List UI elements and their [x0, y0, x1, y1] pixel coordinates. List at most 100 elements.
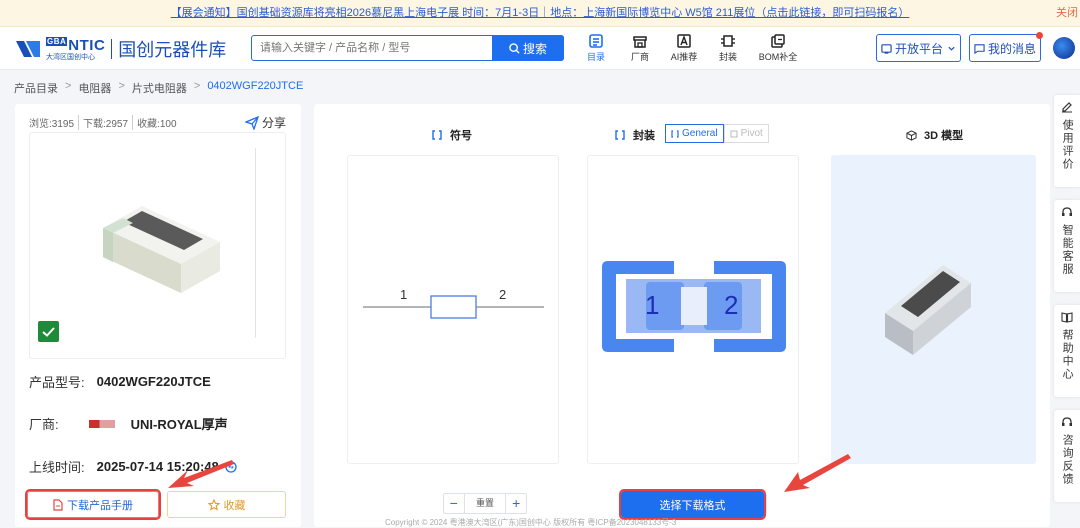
- download-manual-button[interactable]: 下载产品手册: [25, 489, 161, 520]
- logo-mark-icon: [14, 38, 42, 60]
- manufacturer-row: 厂商: UNI-ROYAL厚声: [29, 414, 228, 433]
- preview-area: 符号 封装 General Pivot 3D 模型 1 2 − 重置 + 1 2…: [314, 104, 1050, 527]
- symbol-title: 符号: [432, 127, 472, 143]
- my-messages-label: 我的消息: [987, 41, 1036, 56]
- model-label: 产品型号:: [29, 375, 85, 390]
- notice-link[interactable]: 【展会通知】国创基础资源库将亮相2026慕尼黑上海电子展 时间：7月1-3日｜地…: [171, 7, 910, 19]
- pdf-icon: [53, 498, 63, 511]
- breadcrumb-resistors[interactable]: 电阻器: [78, 80, 111, 96]
- image-divider: [255, 148, 256, 338]
- package-title-icon: [615, 130, 625, 140]
- search-box: 搜索: [251, 35, 564, 61]
- side-help-center-label: 帮助中心: [1061, 329, 1074, 381]
- notice-bar: 【展会通知】国创基础资源库将亮相2026慕尼黑上海电子展 时间：7月1-3日｜地…: [0, 0, 1080, 27]
- zoom-reset-button[interactable]: 重置: [463, 494, 507, 513]
- top-nav: 目录 厂商 AI推荐 封装 BOM补全: [574, 32, 806, 63]
- site-title: 国创元器件库: [118, 40, 227, 60]
- nav-label: AI推荐: [670, 52, 698, 62]
- nav-bom[interactable]: BOM补全: [750, 32, 806, 63]
- zoom-in-button[interactable]: +: [506, 494, 526, 513]
- search-button[interactable]: 搜索: [492, 35, 564, 61]
- breadcrumb-chip-resistors[interactable]: 片式电阻器: [132, 80, 187, 96]
- breadcrumb-separator: >: [193, 80, 201, 92]
- open-platform-button[interactable]: 开放平台: [876, 34, 961, 62]
- model3d-render: [885, 265, 971, 355]
- maker-label: 厂商:: [29, 417, 59, 432]
- search-icon: [509, 42, 520, 54]
- nav-catalog[interactable]: 目录: [574, 32, 618, 63]
- resistor-symbol: 1 2: [363, 287, 544, 319]
- tab-pivot-label: Pivot: [740, 128, 763, 139]
- platform-icon: [881, 43, 892, 54]
- favorites-count: 收藏:100: [132, 115, 180, 130]
- breadcrumb-separator: >: [118, 80, 125, 92]
- cube-icon: [906, 129, 917, 141]
- factory-icon: [633, 36, 647, 48]
- symbol-panel: 1 2 − 重置 +: [347, 155, 559, 514]
- download-manual-label: 下载产品手册: [67, 499, 133, 512]
- package-tabs: General Pivot: [665, 124, 769, 143]
- headset-icon: [1062, 207, 1072, 216]
- side-help-center[interactable]: 帮助中心: [1054, 305, 1080, 397]
- refresh-icon[interactable]: [225, 460, 237, 473]
- share-button[interactable]: 分享: [244, 114, 286, 131]
- bom-icon: [771, 34, 785, 48]
- nav-label: 封装: [718, 52, 737, 62]
- product-card: 浏览:3195 下载:2957 收藏:100 分享 产品型号: 0402WGF2…: [15, 104, 301, 527]
- message-icon: [974, 43, 985, 54]
- header: GBANTIC 大湾区国创中心 国创元器件库 搜索 目录 厂商 AI推荐 封装: [0, 27, 1080, 70]
- favorite-label: 收藏: [223, 499, 246, 512]
- search-button-label: 搜索: [522, 41, 547, 56]
- side-customer-service-label: 智能客服: [1061, 224, 1074, 276]
- send-icon: [244, 115, 259, 130]
- nav-factory[interactable]: 厂商: [618, 32, 662, 63]
- product-model-row: 产品型号: 0402WGF220JTCE: [29, 372, 211, 391]
- footprint-pin-1: 1: [645, 290, 659, 320]
- my-messages-button[interactable]: 我的消息: [969, 32, 1043, 62]
- product-image: [29, 132, 286, 359]
- pivot-icon: [730, 130, 738, 137]
- symbol-pin-2: 2: [499, 287, 506, 302]
- logo-divider: [111, 39, 113, 59]
- nav-label: 厂商: [630, 52, 649, 62]
- star-icon: [207, 498, 220, 511]
- online-value: 2025-07-14 15:20:48: [96, 459, 219, 474]
- footprint-pin-2: 2: [724, 290, 738, 320]
- model3d-title-text: 3D 模型: [924, 130, 964, 142]
- side-feedback-label: 咨询反馈: [1061, 434, 1074, 486]
- online-time-row: 上线时间: 2025-07-14 15:20:48: [29, 457, 237, 476]
- search-input[interactable]: [252, 36, 492, 60]
- side-review[interactable]: 使用评价: [1054, 95, 1080, 187]
- side-review-label: 使用评价: [1061, 119, 1074, 171]
- notice-close-button[interactable]: 关闭: [1056, 0, 1078, 27]
- package-title: 封装: [615, 127, 655, 143]
- ai-icon: [677, 34, 691, 48]
- chip-resistor-image: [103, 206, 220, 293]
- symbol-title-text: 符号: [450, 130, 472, 142]
- side-customer-service[interactable]: 智能客服: [1054, 200, 1080, 292]
- avatar[interactable]: [1053, 37, 1075, 59]
- zoom-out-button[interactable]: −: [444, 494, 464, 513]
- nav-package[interactable]: 封装: [706, 32, 750, 63]
- model-value: 0402WGF220JTCE: [96, 374, 211, 389]
- maker-logo[interactable]: [88, 419, 115, 428]
- book-icon: [1061, 312, 1073, 323]
- tab-pivot[interactable]: Pivot: [723, 124, 769, 143]
- package-panel: 1 2 − 重置 +: [587, 155, 799, 514]
- model3d-panel[interactable]: [831, 155, 1036, 464]
- symbol-icon: [432, 130, 442, 140]
- maker-value[interactable]: UNI-ROYAL厚声: [131, 414, 228, 433]
- edit-icon: [1062, 102, 1072, 113]
- nav-ai[interactable]: AI推荐: [662, 32, 706, 63]
- chevron-down-icon: [948, 46, 955, 51]
- online-label: 上线时间:: [29, 460, 85, 475]
- side-feedback[interactable]: 咨询反馈: [1054, 410, 1080, 502]
- favorite-button[interactable]: 收藏: [167, 491, 286, 518]
- footer-copyright: Copyright © 2024 粤港澳大湾区(广东)国创中心 版权所有 粤IC…: [385, 518, 677, 527]
- logo[interactable]: GBA NTIC 大湾区国创中心 国创元器件库: [14, 35, 226, 63]
- tab-general-label: General: [682, 128, 718, 139]
- check-icon: [42, 326, 55, 337]
- tab-general[interactable]: General: [665, 124, 724, 143]
- select-download-format-button[interactable]: 选择下载格式: [619, 489, 766, 520]
- breadcrumb-catalog[interactable]: 产品目录: [14, 80, 58, 96]
